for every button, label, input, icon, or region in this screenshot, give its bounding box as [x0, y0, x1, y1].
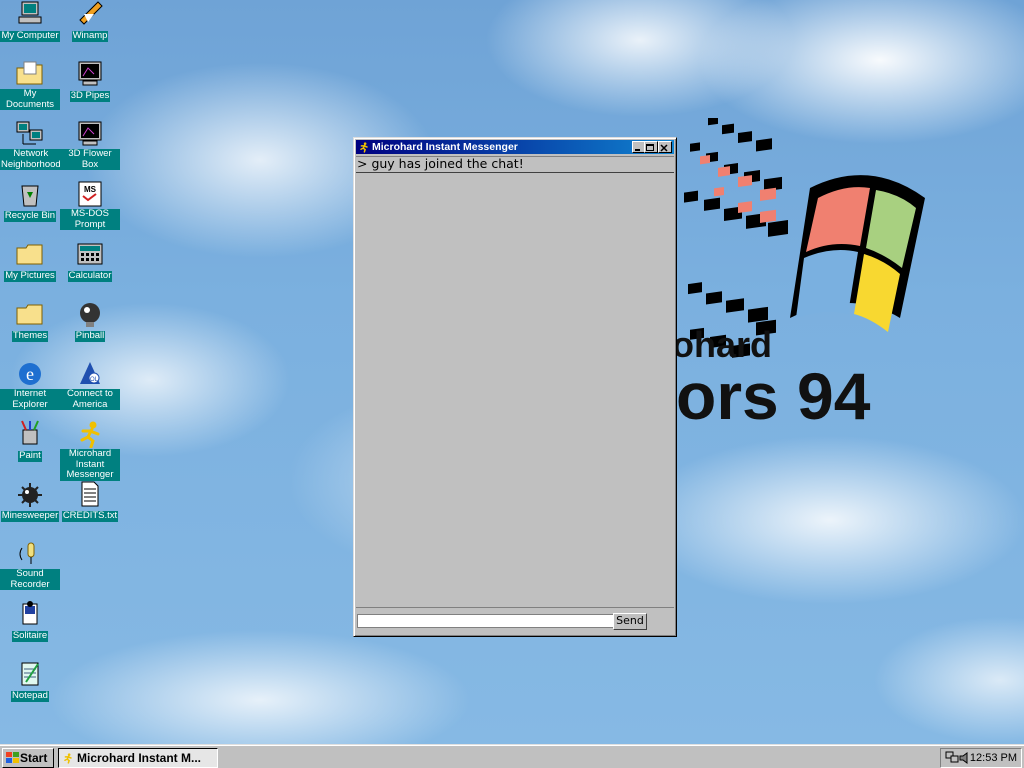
chat-message: > guy has joined the chat! [357, 156, 524, 171]
paint-icon [14, 420, 46, 448]
icon-label: Winamp [71, 30, 109, 42]
desktop-icon-connect-to-america[interactable]: OL Connect to America [60, 360, 120, 410]
icon-label: 3D Pipes [69, 90, 111, 102]
start-button[interactable]: Start [2, 748, 54, 768]
svg-text:OL: OL [90, 377, 99, 383]
desktop-icon-winamp[interactable]: Winamp [60, 0, 120, 42]
speaker-icon[interactable] [959, 752, 969, 764]
icon-label: 3D Flower Box [60, 148, 120, 170]
icon-label: Connect to America [60, 388, 120, 410]
messenger-running-man-icon [74, 420, 106, 449]
computer-icon [14, 0, 46, 28]
icon-label: Microhard Instant Messenger [60, 448, 120, 481]
icon-label: MS-DOS Prompt [60, 208, 120, 230]
send-button[interactable]: Send [613, 613, 647, 630]
window-titlebar[interactable]: Microhard Instant Messenger [356, 140, 674, 154]
message-input[interactable] [357, 614, 614, 628]
winamp-icon [74, 0, 106, 28]
close-icon [660, 144, 668, 152]
icon-label: Calculator [67, 270, 113, 282]
maximize-icon [646, 144, 654, 151]
maximize-button[interactable] [644, 141, 658, 153]
desktop-icon-minesweeper[interactable]: Minesweeper [0, 480, 60, 522]
desktop-icon-my-documents[interactable]: My Documents [0, 60, 60, 110]
desktop-icon-internet-explorer[interactable]: e Internet Explorer [0, 360, 60, 410]
icon-label: Pinball [74, 330, 106, 342]
taskbar-clock[interactable]: 12:53 PM [970, 749, 1017, 767]
desktop-icon-sound-recorder[interactable]: Sound Recorder [0, 540, 60, 590]
taskbar-button-instant-messenger[interactable]: Microhard Instant M... [58, 748, 218, 768]
msdos-icon: MS [74, 180, 106, 208]
instant-messenger-window[interactable]: Microhard Instant Messenger > guy has jo… [353, 137, 677, 637]
icon-label: CREDITS.txt [61, 510, 119, 522]
icon-label: Solitaire [11, 630, 49, 642]
taskbar-button-label: Microhard Instant M... [77, 751, 202, 765]
desktop-icon-calculator[interactable]: Calculator [60, 240, 120, 282]
desktop-icon-my-pictures[interactable]: My Pictures [0, 240, 60, 282]
svg-text:MS: MS [84, 185, 97, 194]
icon-label: Paint [18, 450, 42, 462]
desktop-icon-solitaire[interactable]: Solitaire [0, 600, 60, 642]
folder-icon [14, 300, 46, 328]
screensaver-icon [74, 120, 106, 148]
pinball-icon [74, 300, 106, 328]
desktop-icon-microhard-instant-messenger[interactable]: Microhard Instant Messenger [60, 420, 120, 481]
desktop-icon-credits-txt[interactable]: CREDITS.txt [60, 480, 120, 522]
windows-logo-icon [6, 752, 19, 763]
chat-log[interactable]: > guy has joined the chat! [356, 156, 674, 608]
icon-label: My Pictures [4, 270, 56, 282]
window-title: Microhard Instant Messenger [372, 141, 518, 153]
start-label: Start [20, 751, 48, 765]
minimize-icon [635, 149, 640, 151]
messenger-running-man-icon [64, 753, 72, 764]
wallpaper-logo-text-line2: ors 94 [676, 359, 871, 433]
icon-label: Sound Recorder [0, 568, 60, 590]
taskbar: Start Microhard Instant M... 12:53 PM [0, 744, 1024, 768]
calculator-icon [74, 240, 106, 268]
desktop-icon-recycle-bin[interactable]: Recycle Bin [0, 180, 60, 222]
folder-icon [14, 240, 46, 268]
desktop-icon-pinball[interactable]: Pinball [60, 300, 120, 342]
desktop-icon-themes[interactable]: Themes [0, 300, 60, 342]
close-button[interactable] [658, 141, 672, 153]
desktop-icon-3d-flower-box[interactable]: 3D Flower Box [60, 120, 120, 170]
network-tray-icon[interactable] [945, 751, 959, 764]
icon-label: My Computer [0, 30, 60, 42]
icon-label: Network Neighborhood [0, 148, 62, 170]
icon-label: Themes [11, 330, 49, 342]
solitaire-icon [14, 600, 46, 628]
desktop-icon-notepad[interactable]: Notepad [0, 660, 60, 702]
messenger-running-man-icon [360, 142, 368, 153]
desktop-icon-3d-pipes[interactable]: 3D Pipes [60, 60, 120, 102]
icon-label: Recycle Bin [3, 210, 57, 222]
svg-text:e: e [26, 364, 34, 384]
desktop: ohard ors 94 My Computer My Documents Ne… [0, 0, 1024, 744]
icon-label: My Documents [0, 88, 60, 110]
desktop-icon-network-neighborhood[interactable]: Network Neighborhood [0, 120, 62, 170]
screensaver-icon [74, 60, 106, 88]
chat-divider [356, 172, 674, 173]
notepad-icon [14, 660, 46, 688]
icon-label: Minesweeper [0, 510, 60, 522]
system-tray: 12:53 PM [940, 748, 1022, 768]
recycle-bin-icon [14, 180, 46, 208]
network-icon [14, 120, 46, 148]
desktop-icon-ms-dos-prompt[interactable]: MS MS-DOS Prompt [60, 180, 120, 230]
desktop-icon-paint[interactable]: Paint [0, 420, 60, 462]
text-file-icon [74, 480, 106, 508]
desktop-icon-my-computer[interactable]: My Computer [0, 0, 60, 42]
sound-recorder-icon [14, 540, 46, 568]
internet-explorer-icon: e [14, 360, 46, 388]
icon-label: Notepad [11, 690, 49, 702]
icon-label: Internet Explorer [0, 388, 60, 410]
folder-documents-icon [14, 60, 46, 88]
minesweeper-icon [14, 480, 46, 508]
aol-icon: OL [74, 360, 106, 388]
